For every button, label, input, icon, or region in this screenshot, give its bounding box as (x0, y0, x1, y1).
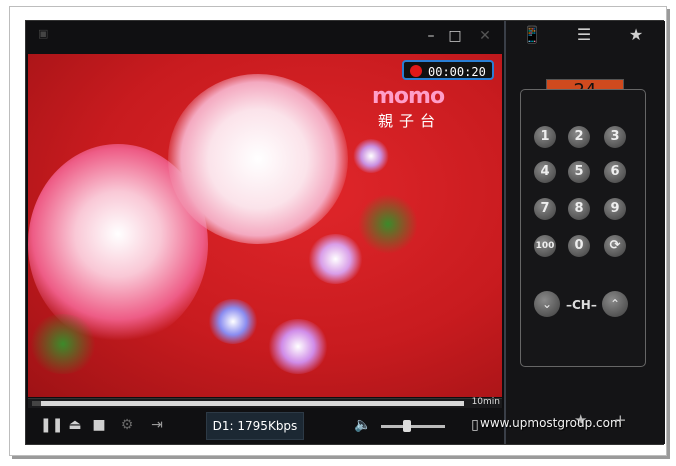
exit-icon[interactable]: ⇥ (148, 416, 166, 434)
key-0[interactable]: 0 (568, 235, 590, 257)
leaves (28, 314, 98, 374)
key-4[interactable]: 4 (534, 161, 556, 183)
volume-slider[interactable] (381, 425, 445, 428)
recording-indicator: 00:00:20 (402, 60, 494, 80)
eject-icon[interactable]: ⏏ (66, 416, 84, 434)
peony-right (168, 74, 348, 244)
app-logo-icon: ▣ (38, 27, 49, 40)
channel-logo: momo (372, 84, 445, 109)
blue-flower (208, 299, 258, 344)
channel-label: –CH– (566, 298, 597, 312)
sidebar: 📱 ☰ ★ 24 1 2 3 4 5 6 7 8 9 100 0 ⟳ ⌄ –CH… (504, 21, 665, 444)
violet-flower (268, 319, 328, 374)
star-icon[interactable]: ★ (610, 21, 662, 49)
stop-icon[interactable]: ■ (90, 416, 108, 434)
refresh-icon[interactable]: ⟳ (604, 235, 626, 257)
record-dot-icon (410, 65, 422, 77)
seek-bar[interactable]: 10min (28, 397, 502, 408)
close-icon[interactable]: ✕ (476, 27, 494, 45)
key-5[interactable]: 5 (568, 161, 590, 183)
key-9[interactable]: 9 (604, 198, 626, 220)
recording-time: 00:00:20 (428, 65, 486, 79)
video-area[interactable]: 00:00:20 momo 親子台 (28, 54, 502, 397)
key-8[interactable]: 8 (568, 198, 590, 220)
settings-icon[interactable]: ⚙ (118, 416, 136, 434)
channel-up-icon[interactable]: ⌃ (602, 291, 628, 317)
title-bar: ▣ – □ ✕ (26, 21, 504, 54)
key-100[interactable]: 100 (534, 235, 556, 257)
volume-icon[interactable]: 🔈 (354, 416, 372, 434)
violet-flower-2 (308, 234, 363, 284)
player-window: ▣ – □ ✕ 00:00:20 momo 親子台 10min ❚❚ ⏏ ■ ⚙… (25, 20, 665, 445)
seek-fill (32, 401, 41, 406)
key-7[interactable]: 7 (534, 198, 556, 220)
remote-icon[interactable]: 📱 (506, 21, 558, 49)
seek-track[interactable] (32, 401, 464, 406)
volume-knob[interactable] (402, 420, 411, 432)
channel-down-icon[interactable]: ⌄ (534, 291, 560, 317)
channel-subtitle: 親子台 (378, 112, 442, 130)
key-6[interactable]: 6 (604, 161, 626, 183)
pause-icon[interactable]: ❚❚ (40, 416, 63, 434)
bitrate-display: D1: 1795Kbps (206, 412, 304, 440)
seek-duration-label: 10min (471, 397, 500, 407)
minimize-icon[interactable]: – (422, 27, 440, 45)
restore-icon[interactable]: □ (446, 27, 464, 45)
key-1[interactable]: 1 (534, 126, 556, 148)
watermark: www.upmostgroup.com (480, 416, 622, 430)
key-2[interactable]: 2 (568, 126, 590, 148)
control-bar: ❚❚ ⏏ ■ ⚙ ⇥ D1: 1795Kbps 🔈 ▯ (26, 408, 504, 444)
list-icon[interactable]: ☰ (558, 21, 610, 49)
key-3[interactable]: 3 (604, 126, 626, 148)
leaves-2 (358, 194, 418, 254)
small-flower (353, 139, 389, 173)
